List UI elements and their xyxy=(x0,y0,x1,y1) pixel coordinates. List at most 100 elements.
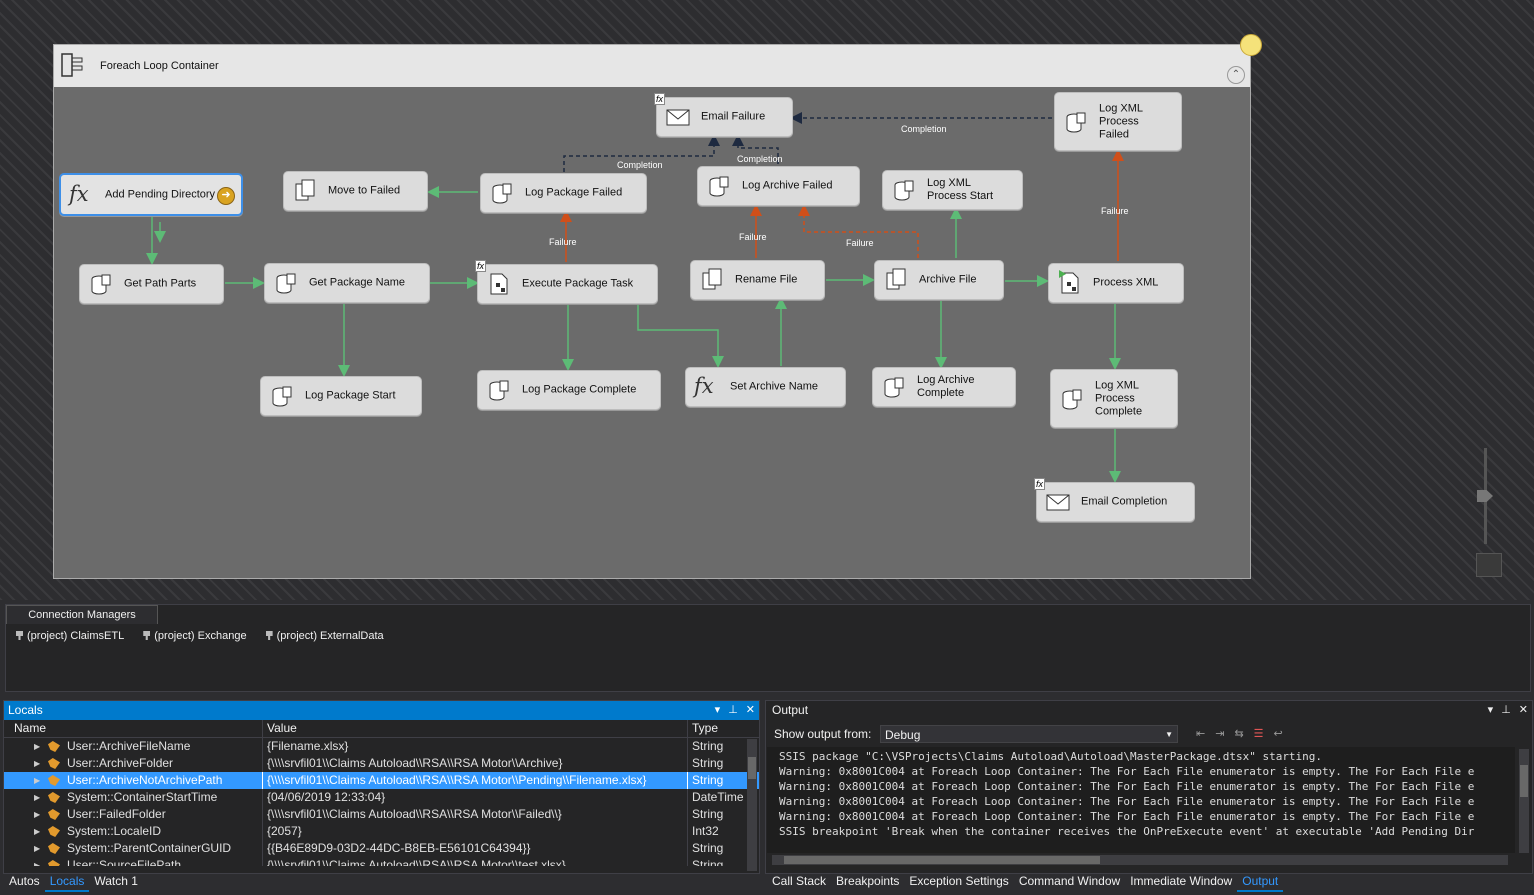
output-title: Output xyxy=(772,703,809,717)
word-wrap-icon[interactable]: ↩ xyxy=(1274,728,1293,740)
task-label: Get Path Parts xyxy=(124,277,197,290)
task-log-xml-process-start[interactable]: Log XML Process Start xyxy=(882,170,1023,210)
expand-icon[interactable]: ▶ xyxy=(34,857,40,866)
expand-icon[interactable]: ▶ xyxy=(34,789,40,806)
dropdown-icon[interactable]: ▾ xyxy=(1488,704,1494,716)
tab-breakpoints[interactable]: Breakpoints xyxy=(831,872,904,890)
task-label: Log XML Process Failed xyxy=(1099,102,1143,140)
task-log-package-complete[interactable]: Log Package Complete xyxy=(477,370,661,410)
task-move-to-failed[interactable]: Move to Failed xyxy=(283,171,428,211)
task-label: Execute Package Task xyxy=(522,277,634,290)
variable-name: System::ContainerStartTime xyxy=(67,790,218,804)
task-add-pending-directory[interactable]: fx Add Pending Directory ➜ xyxy=(59,173,243,216)
table-row[interactable]: ▶ User::FailedFolder {\\\\srvfil01\\Claims… xyxy=(4,806,759,823)
table-row[interactable]: ▶ System::ContainerStartTime {04/06/2019 1… xyxy=(4,789,759,806)
show-output-from-select[interactable]: Debug ▼ xyxy=(880,725,1178,743)
task-rename-file[interactable]: Rename File xyxy=(690,260,825,300)
scrollbar-thumb[interactable] xyxy=(1520,765,1528,797)
pin-icon[interactable]: ⊥ xyxy=(728,704,738,716)
expand-icon[interactable]: ▶ xyxy=(34,772,40,789)
control-flow-designer[interactable]: Foreach Loop Container ⌃ Completion Comp… xyxy=(0,0,1534,600)
variable-value: {\\\\srvfil01\\Claims Autoload\\RSA\\RSA… xyxy=(263,772,688,789)
output-window: Output ▾ ⊥ ✕ Show output from: Debug ▼ ⇤⇥⇆☰… xyxy=(765,700,1533,874)
task-get-path-parts[interactable]: Get Path Parts xyxy=(79,264,224,304)
execute-sql-task-icon xyxy=(1066,112,1086,132)
locals-scrollbar[interactable] xyxy=(747,739,757,871)
failure-label: Failure xyxy=(739,232,767,242)
tab-command-window[interactable]: Command Window xyxy=(1014,872,1125,890)
column-header-value[interactable]: Value xyxy=(263,720,688,737)
task-process-xml[interactable]: Process XML xyxy=(1048,263,1184,303)
table-row[interactable]: ▶ User::SourceFilePath {\\\\srvfil01\\Clai… xyxy=(4,857,759,866)
output-line: SSIS breakpoint 'Break when the containe… xyxy=(779,825,1475,838)
table-row[interactable]: ▶ System::LocaleID {2057} Int32 xyxy=(4,823,759,840)
expand-icon[interactable]: ▶ xyxy=(34,823,40,840)
goto-prev-icon[interactable]: ⇤ xyxy=(1196,728,1215,740)
task-archive-file[interactable]: Archive File xyxy=(874,260,1004,300)
column-header-name[interactable]: Name xyxy=(4,720,263,737)
send-mail-task-icon xyxy=(1046,494,1070,511)
failure-label: Failure xyxy=(846,238,874,248)
expand-icon[interactable]: ▶ xyxy=(34,840,40,857)
close-icon[interactable]: ✕ xyxy=(1519,704,1528,716)
dropdown-icon[interactable]: ▾ xyxy=(715,704,721,716)
tab-output[interactable]: Output xyxy=(1237,872,1284,892)
plug-icon xyxy=(143,631,151,640)
task-execute-package-task[interactable]: fx Execute Package Task xyxy=(475,260,658,304)
pin-icon[interactable]: ⊥ xyxy=(1501,704,1511,716)
expand-icon[interactable]: ▶ xyxy=(34,738,40,755)
task-label: Set Archive Name xyxy=(730,380,819,393)
zoom-fit-button[interactable] xyxy=(1476,553,1502,577)
task-email-completion[interactable]: fx Email Completion xyxy=(1034,478,1195,522)
table-row[interactable]: ▶ User::ArchiveFolder {\\\\srvfil01\\Claim… xyxy=(4,755,759,772)
task-set-archive-name[interactable]: fx Set Archive Name xyxy=(685,367,846,407)
execute-sql-task-icon xyxy=(1062,389,1082,409)
expression-task-icon: fx xyxy=(69,181,89,206)
script-task-icon xyxy=(276,273,296,294)
show-output-from-label: Show output from: xyxy=(774,727,872,741)
variable-type: String xyxy=(692,756,724,770)
tab-immediate-window[interactable]: Immediate Window xyxy=(1125,872,1237,890)
output-vscrollbar[interactable] xyxy=(1519,749,1529,853)
tab-call-stack[interactable]: Call Stack xyxy=(767,872,831,890)
variable-name: System::ParentContainerGUID xyxy=(67,841,232,855)
connection-managers-tab[interactable]: Connection Managers xyxy=(6,605,158,624)
close-icon[interactable]: ✕ xyxy=(746,704,755,716)
find-icon[interactable]: ⇆ xyxy=(1234,728,1253,740)
variable-value: {\\\\srvfil01\\Claims Autoload\\RSA\\RSA… xyxy=(263,755,688,772)
connection-manager-item[interactable]: (project) ExternalData xyxy=(265,630,384,642)
tab-autos[interactable]: Autos xyxy=(4,872,45,890)
expand-icon[interactable]: ▶ xyxy=(34,806,40,823)
task-log-archive-complete[interactable]: Log Archive Complete xyxy=(872,367,1016,407)
column-header-type[interactable]: Type xyxy=(688,720,752,737)
task-log-xml-process-failed[interactable]: Log XML Process Failed xyxy=(1054,92,1182,151)
execution-arrow-icon: ➜ xyxy=(217,186,235,205)
task-log-archive-failed[interactable]: Log Archive Failed xyxy=(697,166,860,206)
scrollbar-thumb[interactable] xyxy=(748,757,756,779)
tab-watch1[interactable]: Watch 1 xyxy=(89,872,143,890)
connection-manager-item[interactable]: (project) ClaimsETL xyxy=(16,630,124,642)
expand-icon[interactable]: ▶ xyxy=(34,755,40,772)
output-hscrollbar[interactable] xyxy=(772,855,1508,865)
task-log-xml-process-complete[interactable]: Log XML Process Complete xyxy=(1050,369,1178,428)
task-get-package-name[interactable]: Get Package Name xyxy=(264,263,430,303)
task-log-package-start[interactable]: Log Package Start xyxy=(260,376,422,416)
goto-next-icon[interactable]: ⇥ xyxy=(1215,728,1234,740)
task-log-package-failed[interactable]: Log Package Failed xyxy=(480,173,647,213)
tab-exception-settings[interactable]: Exception Settings xyxy=(904,872,1013,890)
variable-value: {\\\\srvfil01\\Claims Autoload\\RSA\\RSA… xyxy=(263,857,688,866)
tab-locals[interactable]: Locals xyxy=(44,872,90,892)
output-text[interactable]: SSIS package "C:\VSProjects\Claims Autol… xyxy=(767,747,1515,853)
output-tabstrip: Call Stack Breakpoints Exception Settings C… xyxy=(767,872,1284,895)
table-row[interactable]: ▶ System::ParentContainerGUID {{B46E89D9-0… xyxy=(4,840,759,857)
execute-sql-task-icon xyxy=(709,176,729,197)
clear-all-icon[interactable]: ☰ xyxy=(1254,728,1274,740)
scrollbar-thumb[interactable] xyxy=(784,856,1100,864)
task-email-failure[interactable]: fx Email Failure xyxy=(654,93,793,137)
variable-value: {Filename.xlsx} xyxy=(263,738,688,755)
locals-titlebar: Locals ▾ ⊥ ✕ xyxy=(4,701,759,720)
connection-manager-item[interactable]: (project) Exchange xyxy=(143,630,247,642)
table-row-selected[interactable]: ▶ User::ArchiveNotArchivePath {\\\\srvfil0… xyxy=(4,772,759,789)
table-row[interactable]: ▶ User::ArchiveFileName {Filename.xlsx} Str… xyxy=(4,738,759,755)
variable-value: {04/06/2019 12:33:04} xyxy=(263,789,688,806)
